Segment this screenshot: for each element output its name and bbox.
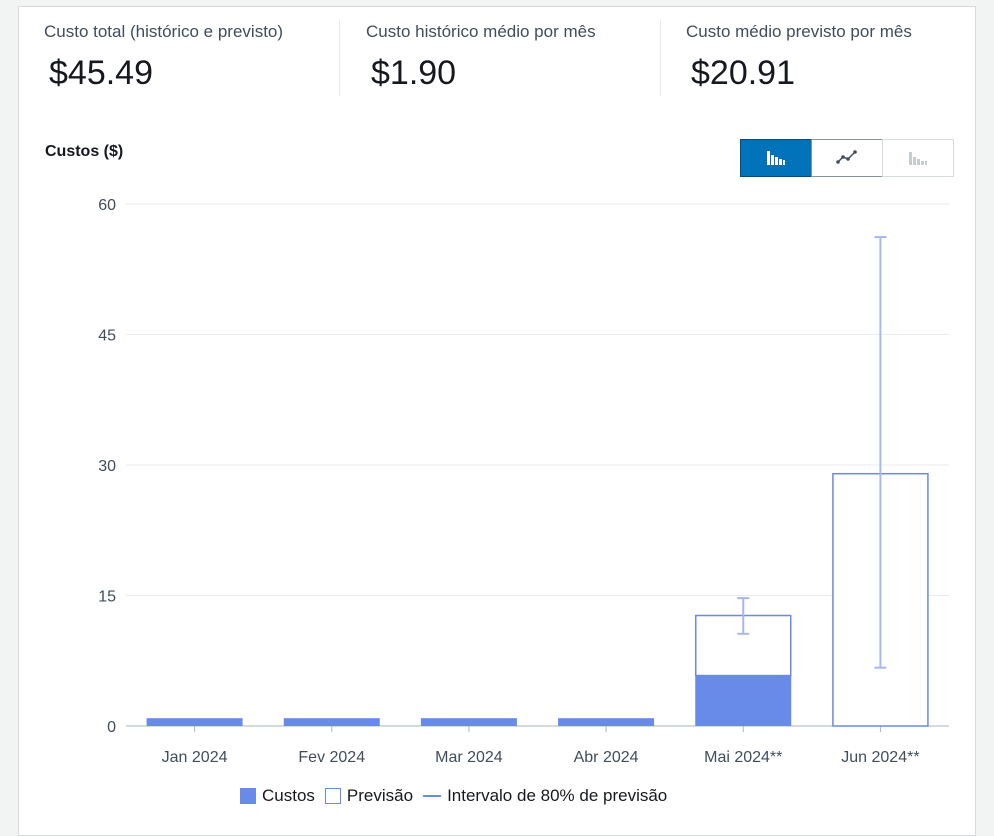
x-tick-label: Abr 2024	[574, 749, 639, 766]
legend-swatch-interval	[423, 795, 442, 797]
legend-item-costs[interactable]: Custos	[240, 786, 315, 806]
cost-bar-chart: 0 15 30 45 60 Jan 2024 Fev 2024 Mar 2024 Abr 202…	[98, 197, 949, 766]
legend-label-costs: Custos	[262, 786, 315, 805]
y-tick-label: 60	[98, 197, 116, 214]
chart-legend: Custos Previsão Intervalo de 80% de prev…	[240, 786, 677, 806]
legend-label-forecast: Previsão	[346, 786, 414, 805]
legend-label-interval: Intervalo de 80% de previsão	[447, 786, 668, 805]
cost-bar	[146, 718, 243, 726]
y-tick-label: 30	[98, 458, 116, 475]
legend-item-forecast[interactable]: Previsão	[324, 786, 414, 806]
x-tick-label: Mai 2024**	[704, 749, 782, 766]
legend-swatch-forecast	[324, 788, 341, 804]
x-tick-label: Jun 2024**	[841, 749, 919, 766]
cost-bar	[283, 718, 380, 726]
legend-item-interval[interactable]: Intervalo de 80% de previsão	[423, 786, 667, 806]
cost-bar	[695, 675, 792, 726]
x-tick-label: Fev 2024	[298, 749, 365, 766]
y-tick-label: 45	[98, 328, 116, 345]
y-tick-label: 0	[107, 719, 116, 736]
legend-swatch-costs	[240, 788, 256, 804]
x-tick-label: Jan 2024	[162, 749, 228, 766]
y-tick-label: 15	[98, 589, 116, 606]
cost-bar	[558, 718, 655, 726]
cost-bar	[420, 718, 517, 726]
x-tick-label: Mar 2024	[435, 749, 503, 766]
